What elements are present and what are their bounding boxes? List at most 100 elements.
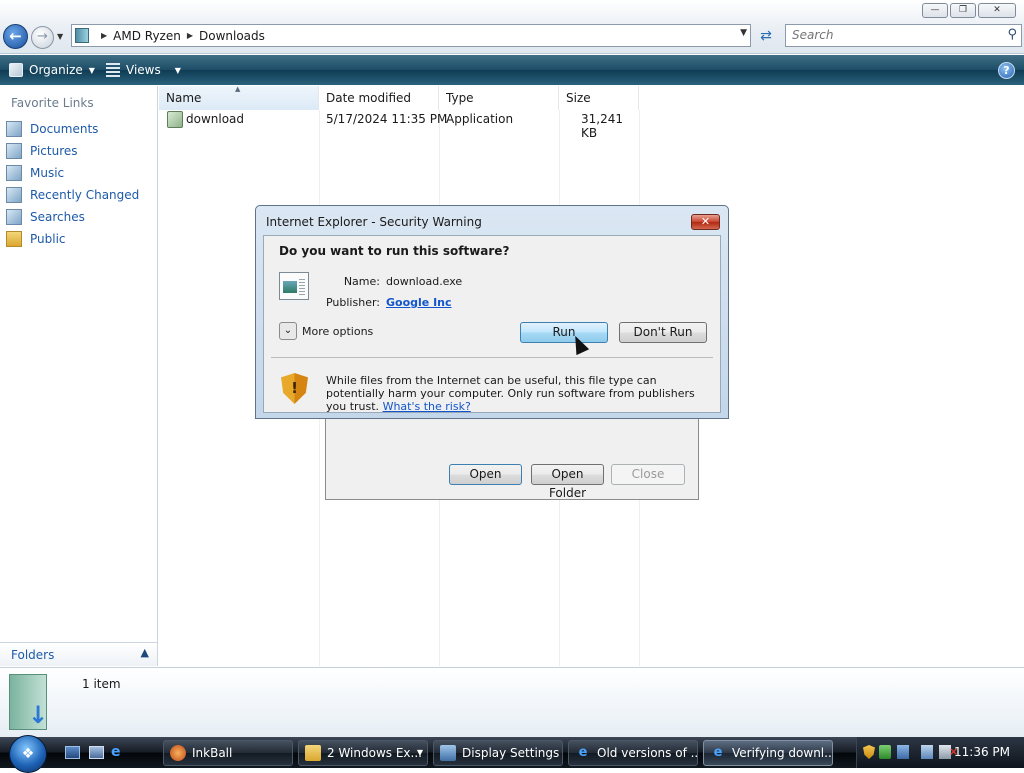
organize-icon xyxy=(9,63,23,77)
ie-icon[interactable]: e xyxy=(111,745,126,759)
nav-item-label: Recently Changed xyxy=(30,188,140,202)
nav-item-label: Public xyxy=(30,232,66,246)
name-value: download.exe xyxy=(386,275,463,288)
search-icon[interactable]: ⚲ xyxy=(1007,27,1017,42)
command-bar: Organize ▼ Views ▼ ? xyxy=(0,55,1024,85)
file-row[interactable]: download 5/17/2024 11:35 PM Application … xyxy=(159,110,639,140)
organize-button[interactable]: Organize ▼ xyxy=(9,55,95,85)
taskbar-button-windows-explorer[interactable]: 2 Windows Ex... ▼ xyxy=(298,740,428,766)
column-header-name[interactable]: ▲ Name xyxy=(159,85,319,110)
dialog-question: Do you want to run this software? xyxy=(279,244,510,258)
close-icon[interactable]: ✕ xyxy=(691,214,720,230)
taskbar-button-label: Display Settings xyxy=(462,746,560,760)
whats-the-risk-link[interactable]: What's the risk? xyxy=(383,400,471,413)
chevron-down-icon: ▼ xyxy=(174,65,181,75)
monitor-icon[interactable] xyxy=(921,745,933,759)
start-button[interactable]: ❖ xyxy=(9,735,47,773)
open-folder-button[interactable]: Open Folder xyxy=(531,464,604,500)
favorite-links-header: Favorite Links xyxy=(11,96,94,110)
searches-icon xyxy=(6,209,22,225)
column-header-label: Size xyxy=(566,91,591,105)
divider xyxy=(271,357,713,358)
dont-run-button[interactable]: Don't Run xyxy=(619,322,707,343)
breadcrumb-separator-icon[interactable]: ▶ xyxy=(101,31,107,40)
folders-toggle[interactable]: Folders ▲ xyxy=(0,642,157,666)
dialog-title: Internet Explorer - Security Warning xyxy=(266,215,482,229)
application-icon xyxy=(279,272,309,300)
breadcrumb-amd-ryzen[interactable]: AMD Ryzen xyxy=(113,29,181,43)
taskbar-button-label: Old versions of ... xyxy=(597,746,698,760)
window-controls: — ❐ ✕ xyxy=(922,3,1016,18)
column-header-label: Name xyxy=(166,91,202,105)
public-folder-icon xyxy=(6,231,22,247)
network-icon[interactable] xyxy=(897,745,909,759)
nav-item-music[interactable]: Music xyxy=(6,162,139,184)
nav-item-recently-changed[interactable]: Recently Changed xyxy=(6,184,139,206)
nav-item-public[interactable]: Public xyxy=(6,228,139,250)
details-pane: ↓ 1 item xyxy=(0,667,1024,737)
column-header-label: Date modified xyxy=(326,91,412,105)
back-button[interactable]: ← xyxy=(3,24,28,49)
taskbar-button-display-settings[interactable]: Display Settings xyxy=(433,740,563,766)
taskbar-button-label: 2 Windows Ex... xyxy=(327,746,422,760)
name-label: Name: xyxy=(343,275,380,288)
chevron-down-icon: ▼ xyxy=(416,748,423,757)
file-name: download xyxy=(186,112,245,126)
taskbar: ❖ e InkBall 2 Windows Ex... ▼ Display Se… xyxy=(0,735,1024,773)
publisher-label: Publisher: xyxy=(325,296,380,309)
system-tray: × 11:36 PM xyxy=(856,737,1024,768)
folder-icon xyxy=(75,28,89,43)
taskbar-button-old-versions[interactable]: e Old versions of ... xyxy=(568,740,698,766)
nav-item-searches[interactable]: Searches xyxy=(6,206,139,228)
switch-windows-icon[interactable] xyxy=(89,746,104,759)
nav-item-pictures[interactable]: Pictures xyxy=(6,140,139,162)
search-input[interactable] xyxy=(790,25,990,45)
run-button[interactable]: Run xyxy=(520,322,608,343)
nav-item-label: Documents xyxy=(30,122,99,136)
open-button[interactable]: Open xyxy=(449,464,522,485)
close-icon[interactable]: ✕ xyxy=(978,3,1016,18)
recent-pages-dropdown-icon[interactable]: ▼ xyxy=(57,32,63,41)
security-shield-icon[interactable] xyxy=(863,745,875,759)
refresh-icon[interactable]: ⇄ xyxy=(754,26,778,46)
application-icon xyxy=(167,111,183,128)
inkball-icon xyxy=(170,745,186,761)
ie-icon: e xyxy=(578,745,588,760)
display-settings-icon xyxy=(440,745,456,761)
organize-label: Organize xyxy=(29,63,83,77)
clock[interactable]: 11:36 PM xyxy=(954,745,1010,759)
column-header-label: Type xyxy=(446,91,474,105)
security-warning-dialog: Internet Explorer - Security Warning ✕ D… xyxy=(255,205,729,419)
address-bar[interactable]: ▶ AMD Ryzen ▶ Downloads ▼ xyxy=(71,24,751,47)
sort-ascending-icon: ▲ xyxy=(235,85,241,93)
breadcrumb-separator-icon[interactable]: ▶ xyxy=(187,31,193,40)
breadcrumb-downloads[interactable]: Downloads xyxy=(199,29,265,43)
download-complete-window: Open Open Folder Close xyxy=(325,418,699,500)
music-icon xyxy=(6,165,22,181)
forward-button[interactable]: → xyxy=(31,26,54,49)
more-options-label: More options xyxy=(302,324,374,338)
maximize-icon[interactable]: ❐ xyxy=(950,3,976,18)
views-label: Views xyxy=(126,63,161,77)
address-dropdown-icon[interactable]: ▼ xyxy=(740,28,747,38)
search-box[interactable]: ⚲ xyxy=(785,24,1022,47)
taskbar-button-label: InkBall xyxy=(192,746,233,760)
taskbar-button-verifying-download[interactable]: e Verifying downl... xyxy=(703,740,833,766)
column-header-date-modified[interactable]: Date modified xyxy=(319,86,439,110)
publisher-link[interactable]: Google Inc xyxy=(386,296,452,309)
views-button[interactable]: Views ▼ xyxy=(106,55,181,85)
taskbar-button-inkball[interactable]: InkBall xyxy=(163,740,293,766)
file-type: Application xyxy=(446,112,514,126)
documents-icon xyxy=(6,121,22,137)
help-icon[interactable]: ? xyxy=(998,62,1015,79)
recent-icon xyxy=(6,187,22,203)
column-header-type[interactable]: Type xyxy=(439,86,559,110)
nav-item-documents[interactable]: Documents xyxy=(6,118,139,140)
nav-item-label: Searches xyxy=(30,210,85,224)
more-options-toggle[interactable]: ⌄ More options xyxy=(279,322,373,340)
show-desktop-icon[interactable] xyxy=(65,746,80,759)
folders-label: Folders xyxy=(11,648,55,662)
column-header-size[interactable]: Size xyxy=(559,86,639,110)
minimize-icon[interactable]: — xyxy=(922,3,948,18)
update-check-icon[interactable] xyxy=(879,745,891,759)
